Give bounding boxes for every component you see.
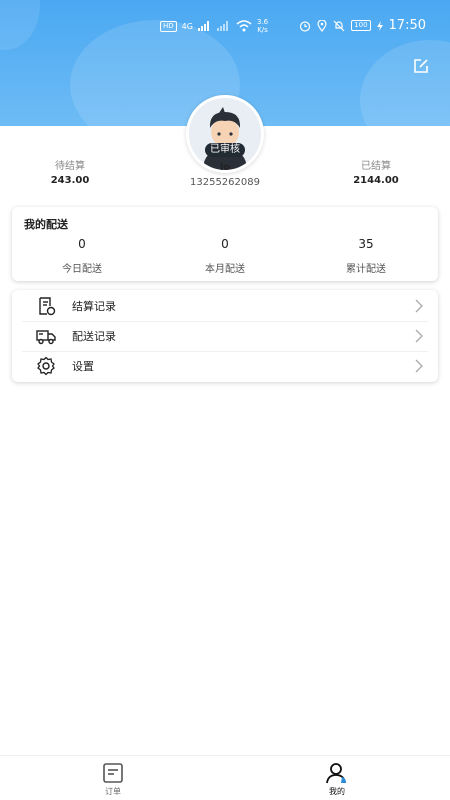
status-bar: HD 4G 3.6 K/s 100 17:50 (0, 16, 450, 38)
settled-value: 2144.00 (353, 175, 399, 186)
chevron-right-icon (415, 359, 423, 373)
speed-unit: K/s (257, 26, 268, 34)
settled-amount: 已结算 2144.00 (336, 157, 416, 186)
gear-icon (37, 356, 55, 376)
today-delivery-stat: 0 今日配送 (22, 237, 142, 275)
menu-item-label: 配送记录 (72, 330, 116, 343)
total-delivery-label: 累计配送 (346, 264, 386, 275)
tab-mine-label: 我的 (329, 787, 345, 796)
edit-icon[interactable] (412, 57, 430, 75)
menu-item-settings[interactable]: 设置 (22, 351, 428, 381)
total-delivery-count: 35 (358, 237, 374, 251)
bottom-tab-bar: 订单 我的 (0, 755, 450, 800)
battery-indicator: 100 (351, 20, 371, 31)
menu-item-label: 结算记录 (72, 300, 116, 313)
menu-item-label: 设置 (72, 360, 94, 373)
delivery-truck-icon (36, 330, 56, 345)
pending-settlement: 待结算 243.00 (30, 157, 110, 186)
clock: 17:50 (388, 18, 426, 33)
speed-value: 3.6 (256, 18, 269, 26)
wifi-icon (236, 20, 252, 32)
chevron-right-icon (415, 299, 423, 313)
order-list-icon (103, 763, 123, 783)
today-delivery-label: 今日配送 (62, 264, 102, 275)
month-delivery-count: 0 (221, 237, 229, 251)
menu-card: 结算记录 配送记录 设置 (12, 290, 438, 382)
pending-settlement-value: 243.00 (50, 175, 90, 186)
alarm-icon (300, 20, 311, 32)
menu-item-delivery-records[interactable]: 配送记录 (22, 321, 428, 351)
tab-orders[interactable]: 订单 (83, 762, 143, 797)
month-delivery-label: 本月配送 (205, 264, 245, 275)
person-icon (326, 763, 346, 784)
header-decoration (360, 40, 450, 126)
verified-badge: 已审核 (205, 143, 245, 157)
signal-icon-secondary (216, 21, 228, 31)
delivery-summary-card: 我的配送 0 今日配送 0 本月配送 35 累计配送 (12, 207, 438, 281)
location-icon (317, 19, 327, 32)
menu-item-settlement-records[interactable]: 结算记录 (22, 291, 428, 321)
pending-settlement-label: 待结算 (55, 161, 85, 172)
charging-icon (376, 20, 383, 31)
settlement-record-icon (39, 297, 56, 316)
delivery-card-title: 我的配送 (24, 218, 68, 231)
network-type-label: 4G (181, 21, 193, 31)
user-phone: 13255262089 (190, 177, 260, 188)
month-delivery-stat: 0 本月配送 (165, 237, 285, 275)
tab-orders-label: 订单 (105, 787, 121, 796)
mute-bell-icon (333, 20, 345, 31)
tab-mine[interactable]: 我的 (307, 762, 367, 797)
hd-indicator: HD (160, 20, 177, 32)
settled-label: 已结算 (361, 161, 391, 172)
signal-icon (197, 21, 209, 31)
user-name: lo (219, 162, 231, 173)
total-delivery-stat: 35 累计配送 (306, 237, 426, 275)
avatar-image (189, 98, 261, 170)
chevron-right-icon (415, 329, 423, 343)
network-speed: 3.6 K/s (257, 18, 268, 34)
today-delivery-count: 0 (78, 237, 86, 251)
